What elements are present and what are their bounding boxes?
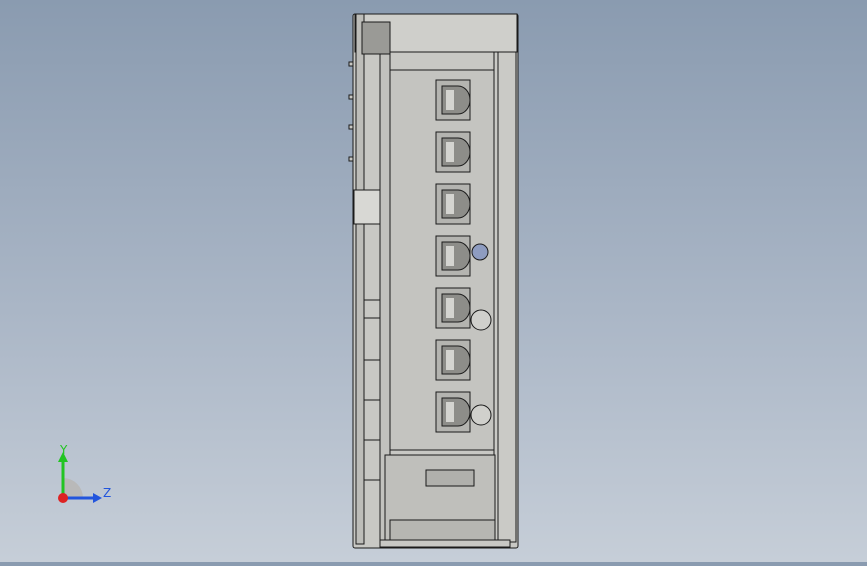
terminal-screw <box>435 183 471 225</box>
y-axis-label: Y <box>59 443 68 457</box>
side-clip <box>353 189 381 225</box>
terminal-screw <box>435 79 471 121</box>
z-axis-arrow <box>93 493 102 503</box>
graphics-viewport[interactable]: Y Z <box>0 0 867 562</box>
x-axis-dot <box>58 493 68 503</box>
terminal-screw <box>435 287 471 329</box>
cad-model <box>348 13 519 549</box>
terminal-screw <box>435 391 471 433</box>
top-knob <box>361 21 391 55</box>
left-rail <box>355 13 365 545</box>
terminal-screw <box>435 339 471 381</box>
terminal-screw <box>435 131 471 173</box>
z-axis-label: Z <box>103 486 111 500</box>
coordinate-triad: Y Z <box>58 443 111 503</box>
terminal-screw <box>435 235 471 277</box>
right-rail <box>493 51 517 543</box>
